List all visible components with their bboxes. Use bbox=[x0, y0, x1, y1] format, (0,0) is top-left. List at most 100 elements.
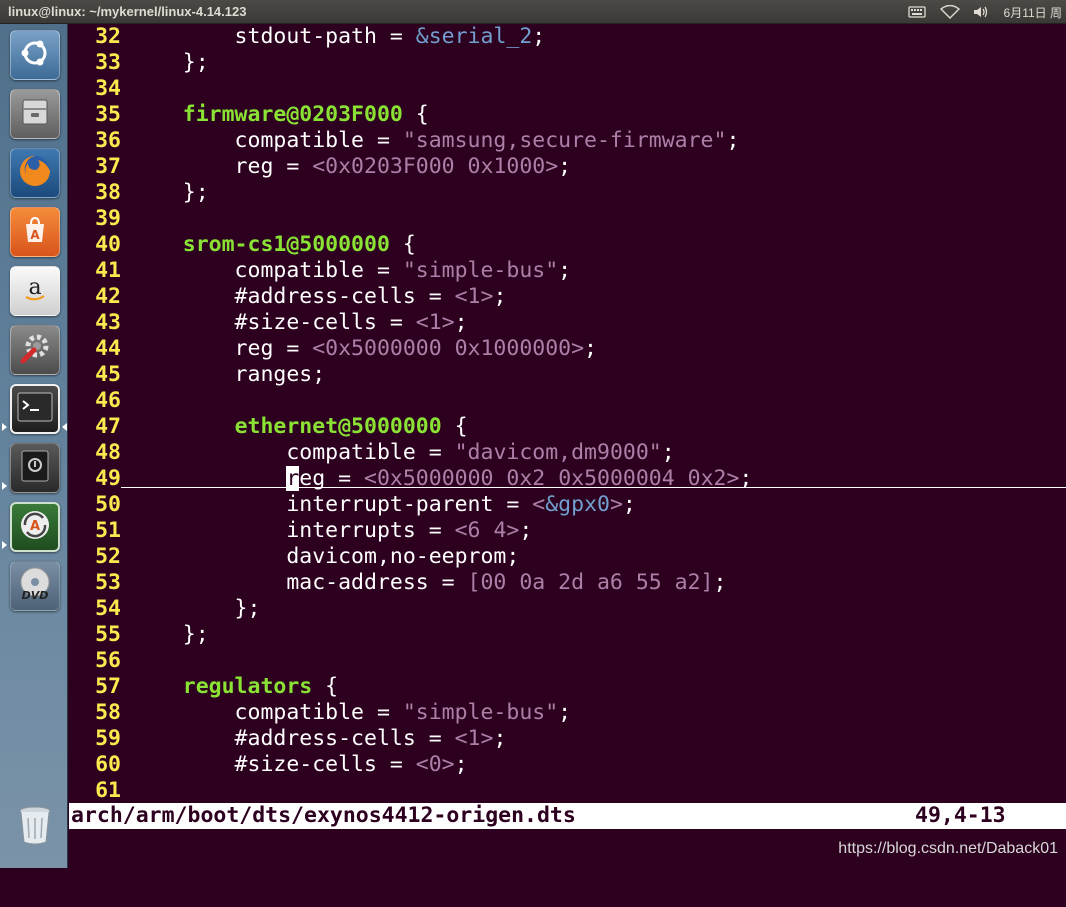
code-token: compatible = bbox=[131, 440, 455, 465]
line-number: 59 bbox=[95, 726, 121, 751]
code-line[interactable]: 56 bbox=[69, 648, 1066, 674]
code-token: <0> bbox=[415, 752, 455, 777]
code-token: "samsung,secure-firmware" bbox=[402, 128, 727, 153]
amazon-button[interactable]: a bbox=[10, 266, 60, 316]
trash-button[interactable] bbox=[10, 802, 60, 852]
vim-status-line: arch/arm/boot/dts/exynos4412-origen.dts … bbox=[69, 803, 1066, 829]
line-number: 34 bbox=[95, 76, 121, 101]
svg-text:A: A bbox=[30, 228, 40, 242]
code-token: <0x5000000 0x1000000> bbox=[312, 336, 585, 361]
code-line[interactable]: 36 compatible = "samsung,secure-firmware… bbox=[69, 128, 1066, 154]
code-token: interrupt-parent = bbox=[131, 492, 533, 517]
code-token: <1> bbox=[454, 726, 494, 751]
code-token: interrupts = bbox=[131, 518, 455, 543]
code-line[interactable]: 37 reg = <0x0203F000 0x1000>; bbox=[69, 154, 1066, 180]
code-line[interactable]: 50 interrupt-parent = <&gpx0>; bbox=[69, 492, 1066, 518]
line-number: 33 bbox=[95, 50, 121, 75]
code-token: "davicom,dm9000" bbox=[454, 440, 662, 465]
clock[interactable]: 6月11日 周 bbox=[1004, 4, 1062, 21]
code-token: compatible = bbox=[131, 700, 403, 725]
code-token: &serial_2 bbox=[415, 24, 533, 49]
wifi-icon[interactable] bbox=[939, 4, 960, 19]
code-token: }; bbox=[131, 180, 209, 205]
line-number: 49 bbox=[95, 466, 121, 491]
safe-button[interactable] bbox=[10, 443, 60, 493]
svg-text:a: a bbox=[28, 275, 41, 300]
code-token: #address-cells = bbox=[131, 726, 455, 751]
safe-icon bbox=[19, 449, 51, 488]
code-token: { bbox=[441, 414, 468, 439]
code-line[interactable]: 38 }; bbox=[69, 180, 1066, 206]
code-token: #address-cells = bbox=[131, 284, 455, 309]
code-token: ; bbox=[454, 752, 468, 777]
line-number: 58 bbox=[95, 700, 121, 725]
code-line[interactable]: 41 compatible = "simple-bus"; bbox=[69, 258, 1066, 284]
code-line[interactable]: 47 ethernet@5000000 { bbox=[69, 414, 1066, 440]
code-line[interactable]: 32 stdout-path = &serial_2; bbox=[69, 24, 1066, 50]
status-filename: arch/arm/boot/dts/exynos4412-origen.dts bbox=[71, 803, 576, 828]
dash-home-button[interactable] bbox=[10, 30, 60, 80]
terminal-button[interactable] bbox=[10, 384, 60, 434]
line-number: 48 bbox=[95, 440, 121, 465]
code-line[interactable]: 44 reg = <0x5000000 0x1000000>; bbox=[69, 336, 1066, 362]
code-line[interactable]: 39 bbox=[69, 206, 1066, 232]
keyboard-icon[interactable] bbox=[907, 5, 926, 19]
volume-icon[interactable] bbox=[972, 5, 990, 19]
code-token: ; bbox=[558, 154, 572, 179]
line-number: 55 bbox=[95, 622, 121, 647]
code-line[interactable]: 54 }; bbox=[69, 596, 1066, 622]
code-token: ; bbox=[519, 518, 533, 543]
code-token: ; bbox=[713, 570, 727, 595]
software-updater-button[interactable]: A bbox=[10, 502, 60, 552]
running-indicator bbox=[2, 482, 7, 490]
cursor-line-underline bbox=[121, 487, 1066, 488]
line-number: 47 bbox=[95, 414, 121, 439]
code-token: }; bbox=[131, 50, 209, 75]
dvd-icon: DVD bbox=[15, 566, 55, 607]
code-line[interactable]: 61 bbox=[69, 778, 1066, 804]
code-token: <6 4> bbox=[454, 518, 520, 543]
focused-indicator bbox=[62, 423, 67, 431]
code-line[interactable]: 34 bbox=[69, 76, 1066, 102]
line-number: 43 bbox=[95, 310, 121, 335]
code-token: ; bbox=[454, 310, 468, 335]
firefox-button[interactable] bbox=[10, 148, 60, 198]
code-line[interactable]: 40 srom-cs1@5000000 { bbox=[69, 232, 1066, 258]
software-center-icon: A bbox=[18, 213, 52, 252]
line-number: 38 bbox=[95, 180, 121, 205]
code-line[interactable]: 51 interrupts = <6 4>; bbox=[69, 518, 1066, 544]
code-line[interactable]: 59 #address-cells = <1>; bbox=[69, 726, 1066, 752]
code-token: ; bbox=[493, 726, 507, 751]
code-token: <1> bbox=[454, 284, 494, 309]
dvd-button[interactable]: DVD bbox=[10, 561, 60, 611]
code-token: #size-cells = bbox=[131, 310, 416, 335]
terminal-window[interactable]: 32 stdout-path = &serial_2; 33 }; 34 35 fir… bbox=[69, 24, 1066, 868]
code-line[interactable]: 58 compatible = "simple-bus"; bbox=[69, 700, 1066, 726]
launcher: A a A DVD bbox=[0, 24, 68, 868]
code-token: ranges; bbox=[131, 362, 326, 387]
dash-home-icon bbox=[18, 36, 52, 75]
code-token: "simple-bus" bbox=[402, 258, 559, 283]
code-line[interactable]: 57 regulators { bbox=[69, 674, 1066, 700]
line-number: 54 bbox=[95, 596, 121, 621]
code-line[interactable]: 52 davicom,no-eeprom; bbox=[69, 544, 1066, 570]
code-line[interactable]: 55 }; bbox=[69, 622, 1066, 648]
code-line[interactable]: 48 compatible = "davicom,dm9000"; bbox=[69, 440, 1066, 466]
code-line[interactable]: 46 bbox=[69, 388, 1066, 414]
code-line[interactable]: 42 #address-cells = <1>; bbox=[69, 284, 1066, 310]
code-line[interactable]: 43 #size-cells = <1>; bbox=[69, 310, 1066, 336]
code-line[interactable]: 45 ranges; bbox=[69, 362, 1066, 388]
code-line[interactable]: 53 mac-address = [00 0a 2d a6 55 a2]; bbox=[69, 570, 1066, 596]
code-token: firmware@0203F000 bbox=[182, 102, 403, 127]
software-center-button[interactable]: A bbox=[10, 207, 60, 257]
code-token: { bbox=[312, 674, 339, 699]
code-line[interactable]: 35 firmware@0203F000 { bbox=[69, 102, 1066, 128]
file-manager-button[interactable] bbox=[10, 89, 60, 139]
running-indicator bbox=[2, 423, 7, 431]
system-settings-button[interactable] bbox=[10, 325, 60, 375]
line-number: 36 bbox=[95, 128, 121, 153]
terminal-icon bbox=[17, 392, 53, 427]
code-line[interactable]: 49 reg = <0x5000000 0x2 0x5000004 0x2>; bbox=[69, 466, 1066, 492]
code-line[interactable]: 33 }; bbox=[69, 50, 1066, 76]
code-line[interactable]: 60 #size-cells = <0>; bbox=[69, 752, 1066, 778]
